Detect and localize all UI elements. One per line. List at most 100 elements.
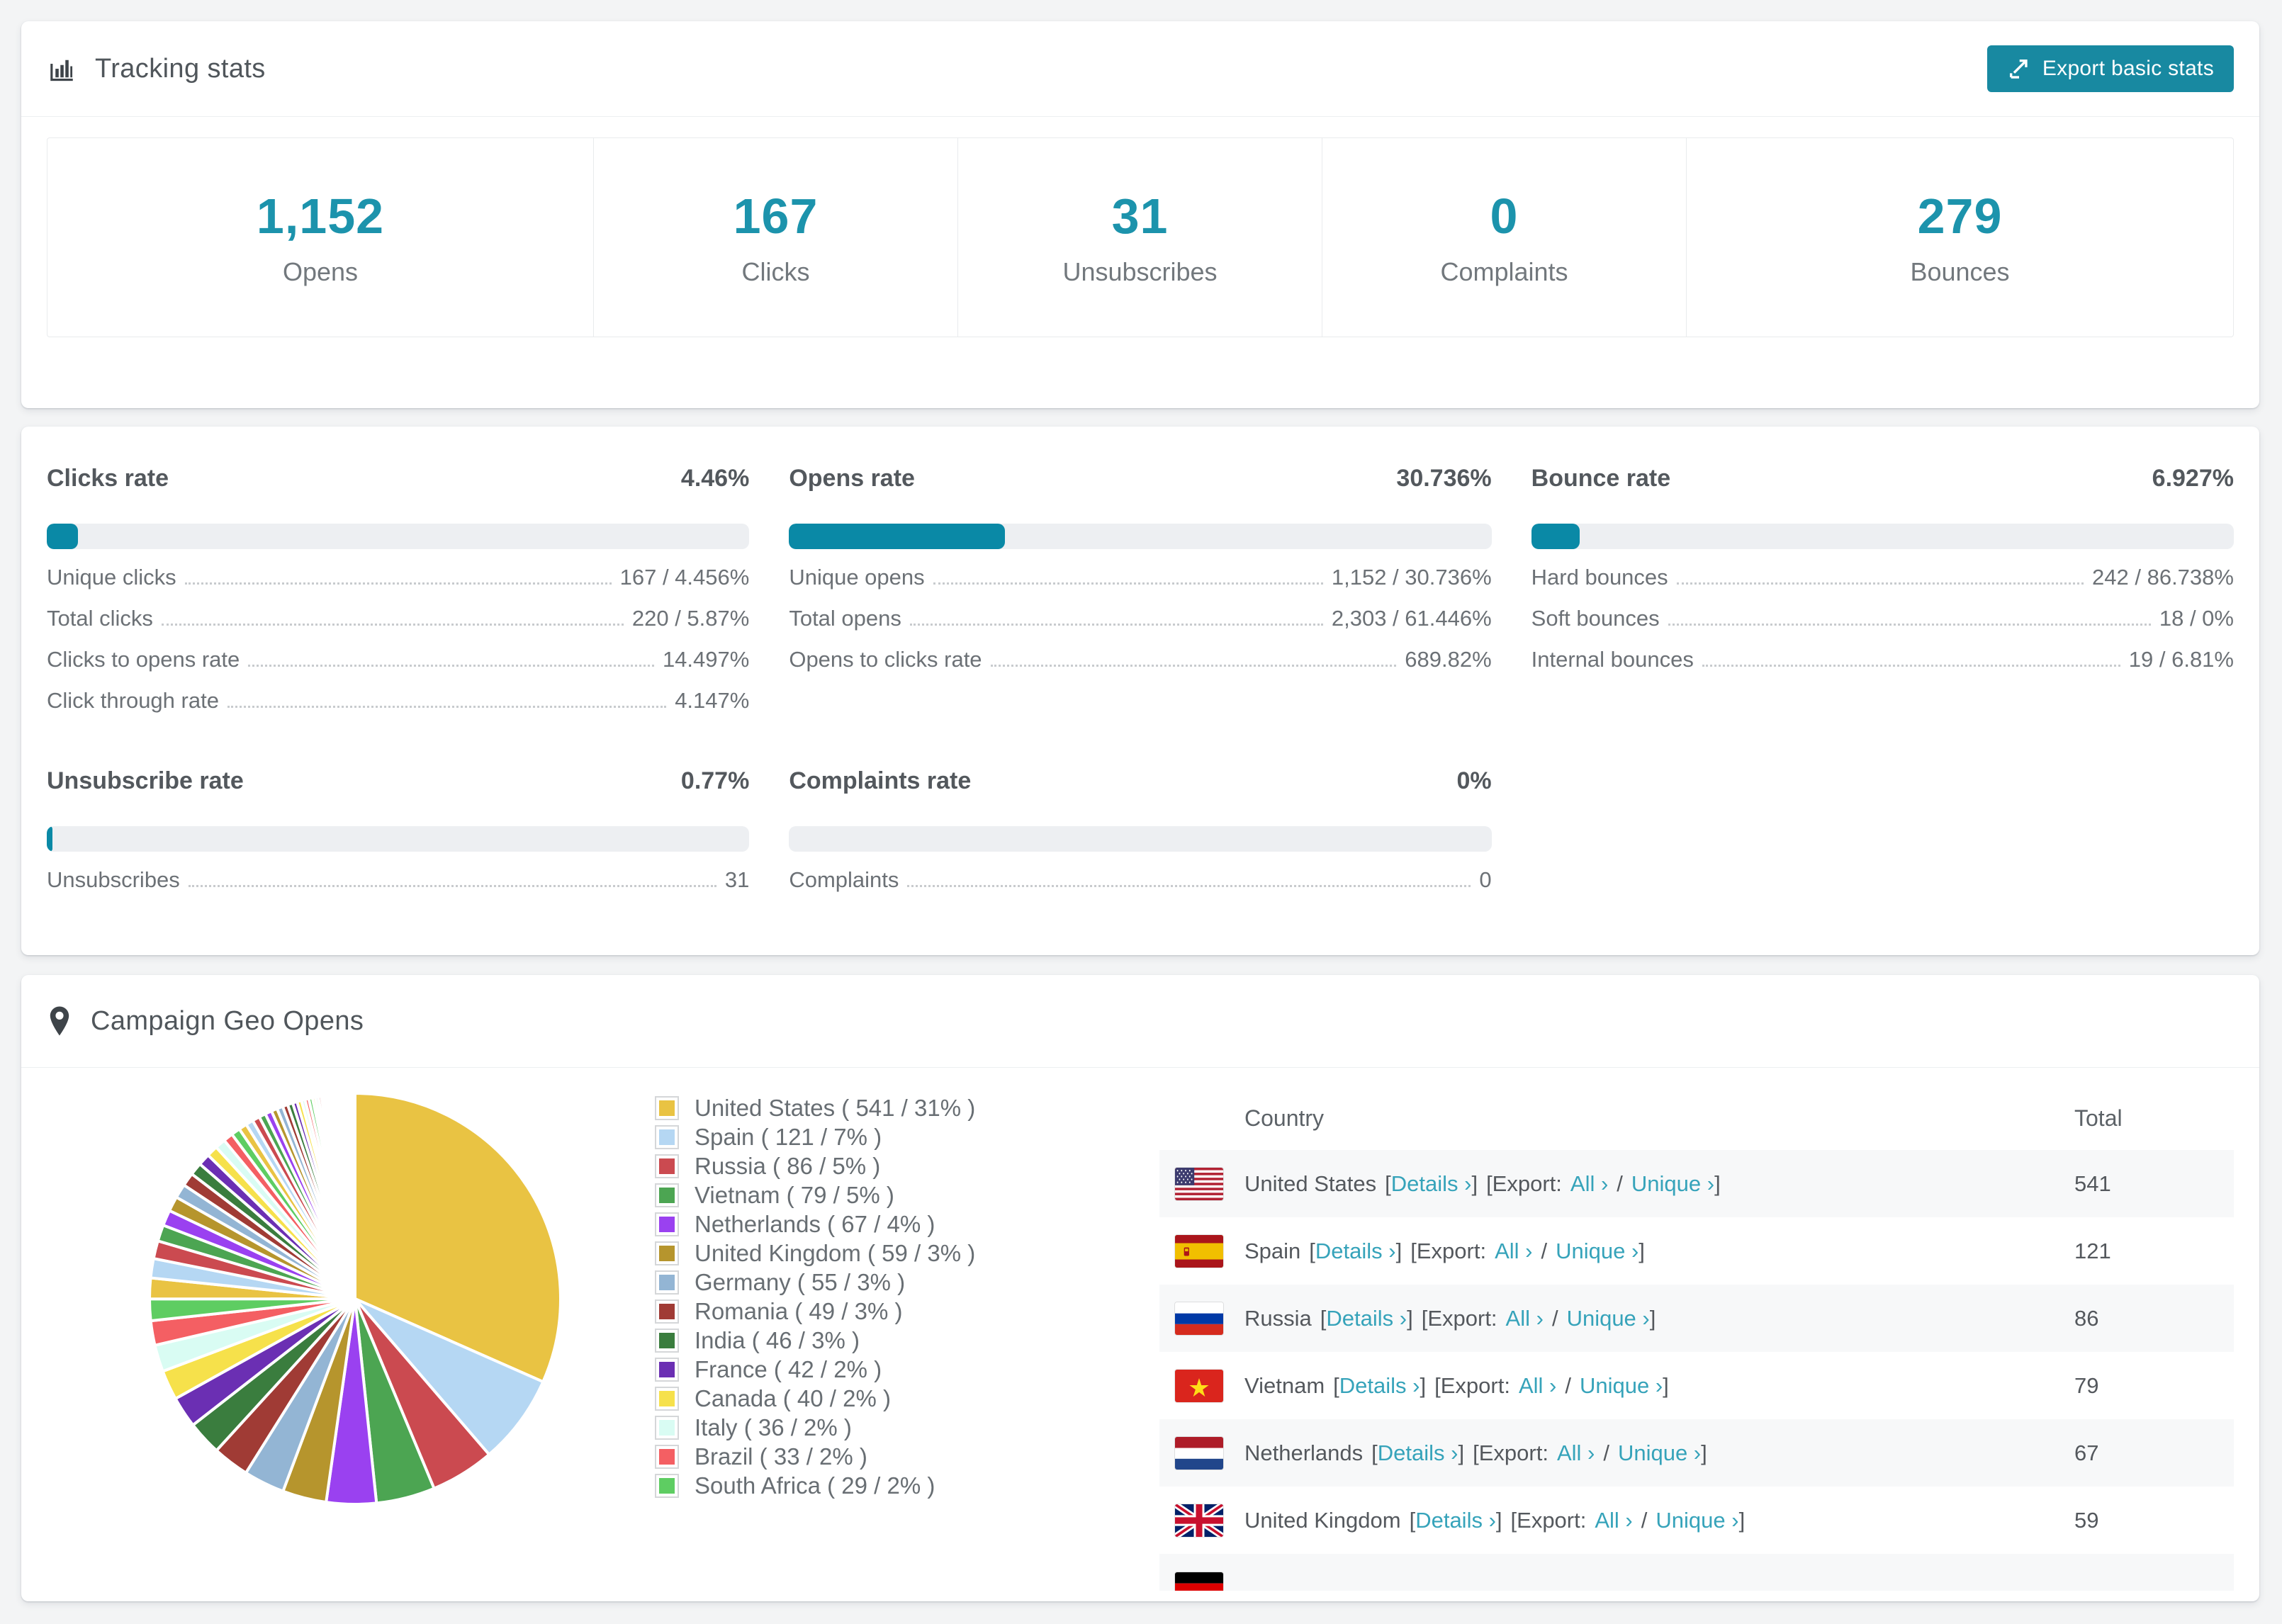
legend-swatch: [655, 1154, 679, 1178]
export-all-link[interactable]: All ›: [1506, 1306, 1544, 1331]
dotted-leader: [933, 582, 1323, 585]
export-unique-link[interactable]: Unique ›: [1567, 1306, 1650, 1331]
stat-row-value: 689.82%: [1405, 647, 1492, 672]
export-all-link[interactable]: All ›: [1519, 1373, 1556, 1399]
stat-label: Bounces: [1910, 257, 2010, 286]
stat-row-label: Internal bounces: [1531, 647, 1694, 672]
rate-value: 0%: [1456, 767, 1492, 794]
export-all-link[interactable]: All ›: [1495, 1239, 1532, 1264]
export-all-link[interactable]: All ›: [1595, 1508, 1632, 1533]
export-unique-link[interactable]: Unique ›: [1656, 1508, 1738, 1533]
legend-item: Russia ( 86 / 5% ): [655, 1151, 1060, 1180]
rate-panel-complaints: Complaints rate 0% Complaints 0: [789, 767, 1492, 893]
bracket: [: [1333, 1372, 1339, 1398]
pie-slice-other[interactable]: [352, 1091, 356, 1300]
export-label: [Export:: [1410, 1238, 1487, 1263]
export-unique-link[interactable]: Unique ›: [1580, 1373, 1663, 1399]
bracket: ]: [1714, 1171, 1721, 1196]
bracket: [: [1320, 1305, 1327, 1331]
stat-row-value: 31: [724, 867, 750, 892]
total-value: 67: [2074, 1440, 2099, 1465]
stat-row-label: Clicks to opens rate: [47, 647, 240, 672]
nl-flag-icon: [1175, 1436, 1223, 1470]
progress-bar: [47, 524, 750, 549]
legend-label: Netherlands ( 67 / 4% ): [695, 1210, 935, 1237]
stat-value: 31: [1111, 188, 1169, 244]
stat-row-label: Unique clicks: [47, 565, 176, 590]
export-unique-link[interactable]: Unique ›: [1631, 1171, 1714, 1197]
legend-item: Germany ( 55 / 3% ): [655, 1268, 1060, 1297]
stat-row: Complaints 0: [789, 867, 1491, 893]
bracket: ]: [1663, 1372, 1669, 1398]
legend-item: France ( 42 / 2% ): [655, 1355, 1060, 1384]
bracket: ]: [1639, 1238, 1645, 1263]
export-unique-link[interactable]: Unique ›: [1618, 1440, 1701, 1466]
de-flag-icon: [1175, 1572, 1223, 1591]
legend-swatch: [655, 1241, 679, 1265]
export-label: [Export:: [1510, 1507, 1587, 1533]
legend-item: United States ( 541 / 31% ): [655, 1093, 1060, 1122]
page-title: Tracking stats: [95, 53, 266, 84]
legend-label: United States ( 541 / 31% ): [695, 1094, 976, 1121]
export-unique-link[interactable]: Unique ›: [1556, 1239, 1639, 1264]
stat-row-value: 2,303 / 61.446%: [1331, 606, 1492, 631]
stat-row-label: Complaints: [789, 867, 899, 892]
progress-bar-fill: [47, 826, 52, 852]
details-link[interactable]: Details ›: [1326, 1306, 1407, 1331]
total-value: 79: [2074, 1372, 2099, 1398]
dotted-leader: [1702, 664, 2120, 667]
stat-label: Opens: [282, 257, 359, 286]
rate-title: Unsubscribe rate: [47, 767, 244, 794]
country-name: United Kingdom: [1244, 1507, 1401, 1533]
table-row-partial: [1159, 1554, 2234, 1591]
column-header-country: Country: [1244, 1105, 1325, 1131]
tracking-stats-header: Tracking stats Export basic stats: [21, 21, 2259, 117]
geo-header: Campaign Geo Opens: [21, 975, 2259, 1068]
campaign-geo-opens-card: Campaign Geo Opens United States ( 541 /…: [21, 975, 2259, 1601]
stat-row-label: Soft bounces: [1531, 606, 1660, 631]
ru-flag-icon: [1175, 1302, 1223, 1335]
stat-row-label: Unsubscribes: [47, 867, 180, 892]
table-header-row: Country Total: [1159, 1086, 2234, 1150]
rate-value: 0.77%: [680, 767, 750, 794]
stat-box-bounces: 279 Bounces: [1687, 138, 2233, 337]
dotted-leader: [184, 582, 612, 585]
export-label: [Export:: [1434, 1372, 1510, 1398]
details-link[interactable]: Details ›: [1415, 1508, 1496, 1533]
legend-label: India ( 46 / 3% ): [695, 1326, 860, 1353]
dotted-leader: [990, 664, 1397, 667]
legend-item: India ( 46 / 3% ): [655, 1326, 1060, 1355]
stat-row-label: Hard bounces: [1531, 565, 1668, 590]
legend-label: Romania ( 49 / 3% ): [695, 1297, 903, 1324]
stat-row-value: 19 / 6.81%: [2128, 647, 2234, 672]
stat-row: Opens to clicks rate 689.82%: [789, 647, 1491, 672]
export-all-link[interactable]: All ›: [1570, 1171, 1608, 1197]
bracket: ]: [1420, 1372, 1427, 1398]
details-link[interactable]: Details ›: [1391, 1171, 1472, 1197]
country-name: Vietnam: [1244, 1372, 1325, 1398]
stat-value: 0: [1490, 188, 1519, 244]
stat-row: Unique opens 1,152 / 30.736%: [789, 565, 1491, 590]
country-name: Netherlands: [1244, 1440, 1364, 1465]
stat-label: Unsubscribes: [1062, 257, 1218, 286]
progress-bar: [1531, 524, 2234, 549]
legend-label: Canada ( 40 / 2% ): [695, 1385, 891, 1411]
details-link[interactable]: Details ›: [1315, 1239, 1396, 1264]
legend-swatch: [655, 1212, 679, 1236]
legend-swatch: [655, 1270, 679, 1295]
stat-row: Internal bounces 19 / 6.81%: [1531, 647, 2234, 672]
legend-item: United Kingdom ( 59 / 3% ): [655, 1239, 1060, 1268]
stat-row: Unsubscribes 31: [47, 867, 749, 893]
dotted-leader: [248, 664, 654, 667]
stat-row-label: Total opens: [789, 606, 901, 631]
dotted-leader: [161, 623, 624, 626]
export-all-link[interactable]: All ›: [1557, 1440, 1595, 1466]
details-link[interactable]: Details ›: [1339, 1373, 1420, 1399]
details-link[interactable]: Details ›: [1378, 1440, 1458, 1466]
dotted-leader: [1676, 582, 2084, 585]
stats-summary-row: 1,152 Opens 167 Clicks 31 Unsubscribes 0…: [47, 137, 2234, 337]
country-name: United States: [1244, 1171, 1377, 1196]
export-basic-stats-button[interactable]: Export basic stats: [1986, 45, 2234, 92]
slash: /: [1541, 1238, 1548, 1263]
bracket: [: [1371, 1440, 1378, 1465]
